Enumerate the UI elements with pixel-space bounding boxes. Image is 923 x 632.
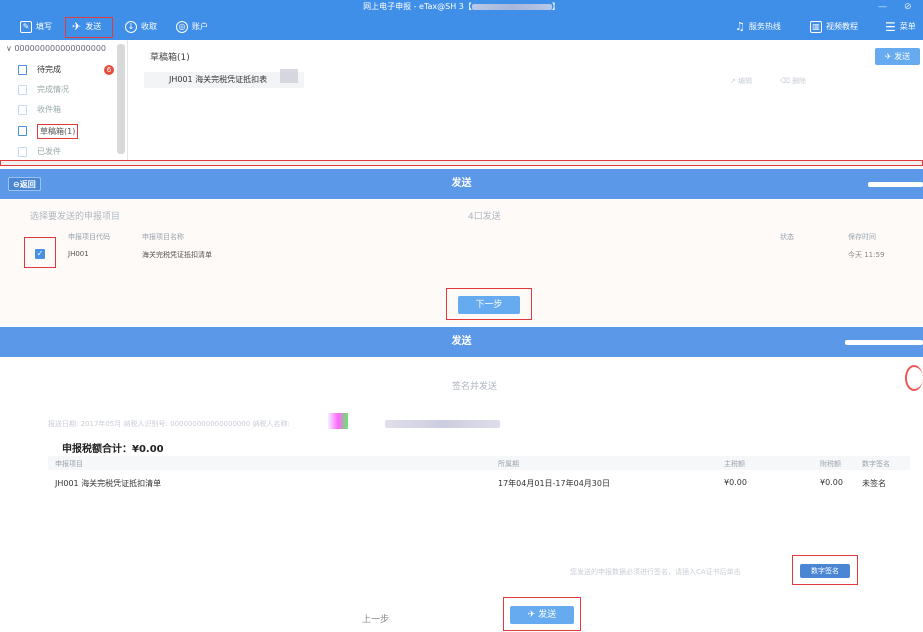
highlight-send-tab bbox=[65, 17, 113, 38]
taxpayer-info-line: 报送日期: 2017年05月 纳税人识别号: 00000000000000000… bbox=[48, 420, 290, 428]
sign-and-send-subtitle: 签名并发送 bbox=[452, 382, 498, 392]
table-header-row bbox=[48, 456, 910, 470]
sign-note: 您发送的申报数据必须进行签名，请插入CA证书后单击 bbox=[570, 568, 741, 576]
toolbar-hotline[interactable]: ♫ 服务热线 bbox=[735, 14, 781, 40]
menu-icon: ☰ bbox=[885, 20, 896, 34]
send-icon: ✈ bbox=[884, 52, 895, 61]
col-main-tax: 主税额 bbox=[724, 460, 745, 468]
delete-action[interactable]: ⌫ 删除 bbox=[780, 76, 806, 86]
draft-send-button[interactable]: ✈ 发送 bbox=[875, 48, 920, 65]
row-main-tax: ¥0.00 bbox=[724, 478, 747, 487]
row-extra-tax: ¥0.00 bbox=[820, 478, 843, 487]
sidebar-item-status[interactable]: 完成情况 bbox=[18, 82, 69, 98]
download-icon: ↓ bbox=[125, 21, 137, 33]
redacted-bar bbox=[868, 182, 923, 187]
stamp-seal bbox=[905, 365, 923, 391]
video-icon: ▥ bbox=[810, 21, 822, 33]
draftbox-title: 草稿箱(1) bbox=[150, 53, 190, 63]
row-code: JH001 bbox=[68, 250, 89, 258]
send-icon: ✈ bbox=[527, 610, 539, 620]
final-send-button[interactable]: ✈ 发送 bbox=[510, 606, 574, 624]
next-step-button[interactable]: 下一步 bbox=[458, 296, 520, 314]
prev-step-link[interactable]: 上一步 bbox=[362, 612, 389, 625]
redacted-id bbox=[471, 4, 552, 10]
sidebar-item-pending[interactable]: 待完成 6 bbox=[18, 62, 114, 78]
headset-icon: ♫ bbox=[735, 20, 745, 33]
title-bar: 网上电子申报 - eTax@SH 3【】 — ⊘ bbox=[0, 0, 923, 14]
send-count: 4口发送 bbox=[468, 212, 501, 222]
sidebar-item-inbox[interactable]: 收件箱 bbox=[18, 102, 61, 118]
send-step2-title: 发送 bbox=[451, 336, 472, 347]
send-step1-title: 发送 bbox=[451, 178, 472, 189]
sent-icon bbox=[18, 147, 27, 157]
send-step1-header: ⊖返回 发送 bbox=[0, 169, 923, 199]
toolbar-fill[interactable]: ✎ 填写 bbox=[20, 14, 52, 40]
sidebar: ∨ 000000000000000000 待完成 6 完成情况 收件箱 草稿箱(… bbox=[0, 40, 128, 160]
send-step1-panel: ⊖返回 发送 选择要发送的申报项目 4口发送 申报项目代码 申报项目名称 状态 … bbox=[0, 166, 923, 324]
row-item: JH001 海关完税凭证抵扣清单 bbox=[55, 479, 162, 488]
chart-icon bbox=[18, 85, 27, 95]
window-title: 网上电子申报 - eTax@SH 3【 bbox=[363, 2, 472, 11]
toolbar-menu[interactable]: ☰ 菜单 bbox=[885, 14, 916, 40]
app-window: 网上电子申报 - eTax@SH 3【】 — ⊘ ✎ 填写 ✈ 发送 ↓ 收取 … bbox=[0, 0, 923, 160]
redacted-bar bbox=[845, 340, 923, 345]
digital-sign-button[interactable]: 数字签名 bbox=[800, 564, 850, 578]
row-name: 海关完税凭证抵扣清单 bbox=[142, 251, 212, 259]
send-prompt: 选择要发送的申报项目 bbox=[30, 212, 121, 222]
redacted-name bbox=[385, 420, 500, 428]
redacted-blob bbox=[328, 413, 348, 429]
draftbox-pane: 草稿箱(1) ✈ 发送 JH001 海关完税凭证抵扣表 ↗ 编辑 ⌫ 删除 bbox=[130, 40, 923, 160]
col-status: 状态 bbox=[780, 233, 794, 241]
col-name: 申报项目名称 bbox=[142, 233, 184, 241]
col-signature: 数字签名 bbox=[862, 460, 890, 468]
sidebar-item-sent[interactable]: 已发件 bbox=[18, 144, 61, 160]
inbox-icon bbox=[18, 105, 27, 115]
col-time: 保存时间 bbox=[848, 233, 876, 241]
account-icon: ◎ bbox=[176, 21, 188, 33]
row-time: 今天 11:59 bbox=[848, 251, 885, 259]
edit-action[interactable]: ↗ 编辑 bbox=[730, 76, 752, 86]
col-item: 申报项目 bbox=[55, 460, 83, 468]
col-extra-tax: 附税额 bbox=[820, 460, 841, 468]
row-signature: 未签名 bbox=[862, 479, 886, 488]
sidebar-scrollbar[interactable] bbox=[117, 44, 125, 154]
toolbar-account[interactable]: ◎ 账户 bbox=[176, 14, 208, 40]
toolbar-video[interactable]: ▥ 视频教程 bbox=[810, 14, 858, 40]
row-checkbox[interactable]: ✓ bbox=[35, 249, 45, 259]
clipboard-icon bbox=[18, 65, 27, 75]
col-period: 所属期 bbox=[498, 460, 519, 468]
sidebar-item-drafts[interactable]: 草稿箱(1) bbox=[18, 123, 79, 139]
redacted-blob bbox=[280, 69, 298, 83]
row-period: 17年04月01日-17年04月30日 bbox=[498, 479, 610, 488]
edit-icon: ✎ bbox=[20, 21, 32, 33]
toolbar-receive[interactable]: ↓ 收取 bbox=[125, 14, 157, 40]
pending-badge: 6 bbox=[104, 65, 114, 75]
total-tax: 申报税额合计：¥0.00 bbox=[62, 444, 164, 455]
send-step2-panel: 发送 签名并发送 报送日期: 2017年05月 纳税人识别号: 00000000… bbox=[0, 327, 923, 632]
col-code: 申报项目代码 bbox=[68, 233, 110, 241]
toolbar: ✎ 填写 ✈ 发送 ↓ 收取 ◎ 账户 ♫ 服务热线 ▥ 视频教程 ☰ 菜单 bbox=[0, 14, 923, 40]
taxpayer-header[interactable]: ∨ 000000000000000000 bbox=[6, 44, 106, 53]
minimize-button[interactable]: — bbox=[878, 0, 887, 14]
draft-icon bbox=[18, 126, 27, 136]
settings-button[interactable]: ⊘ bbox=[904, 0, 912, 14]
send-step2-header: 发送 bbox=[0, 327, 923, 357]
